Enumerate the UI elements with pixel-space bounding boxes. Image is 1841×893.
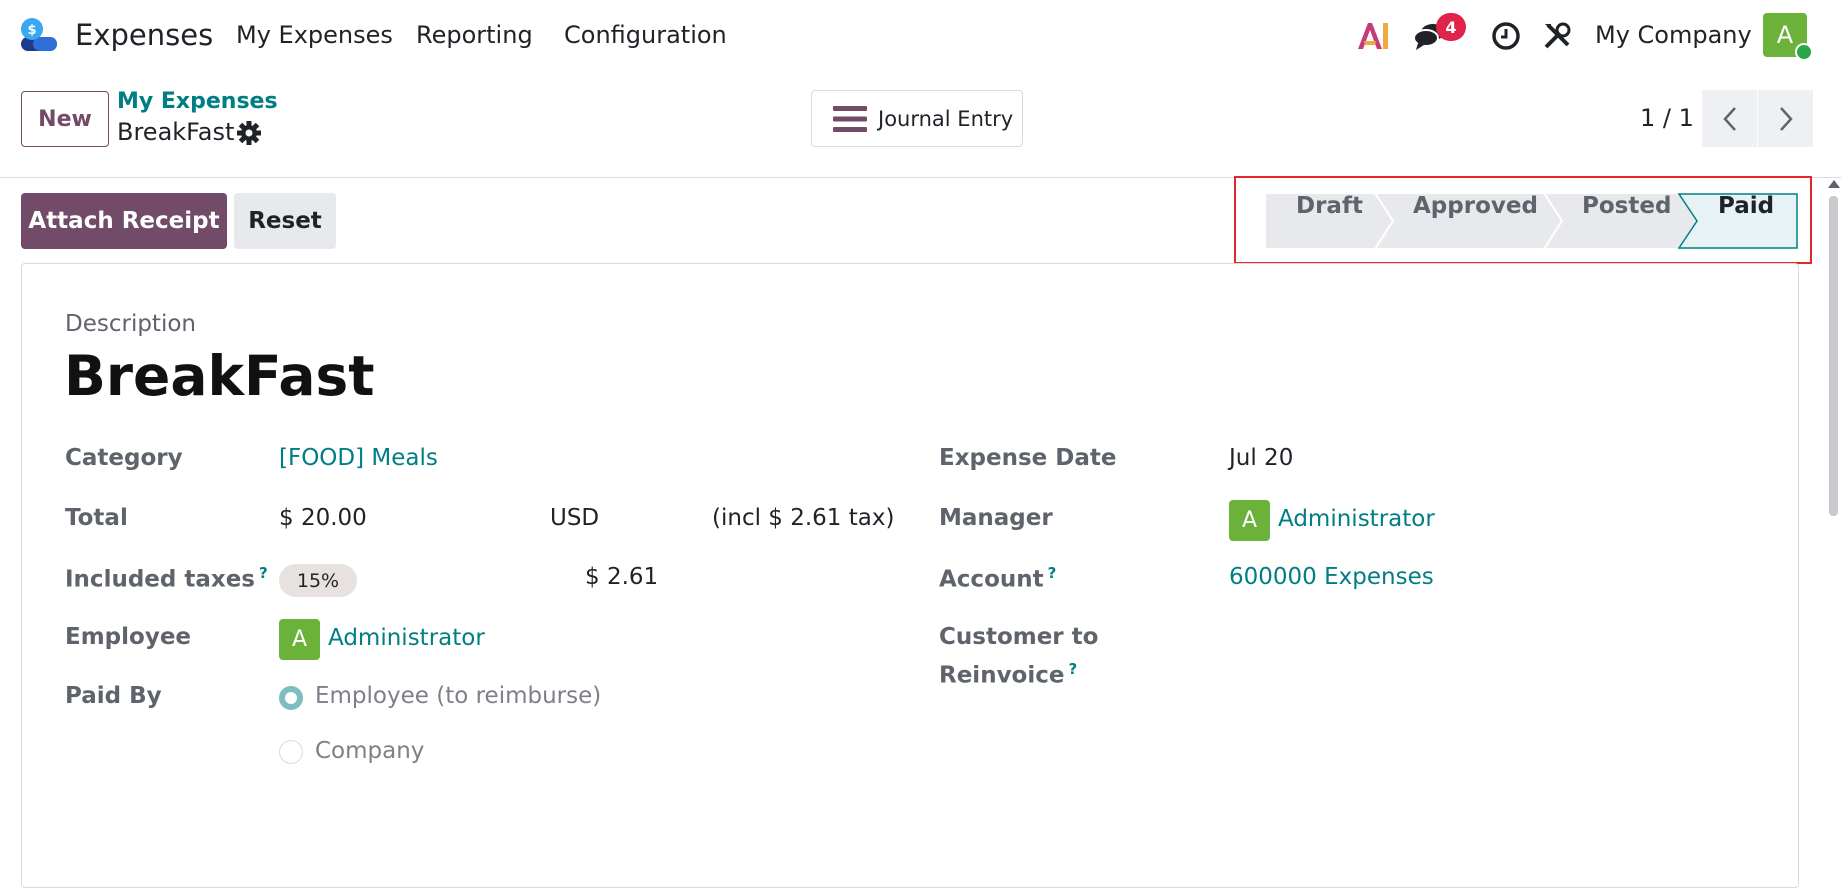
menu-reporting[interactable]: Reporting xyxy=(416,21,533,49)
breadcrumb-my-expenses[interactable]: My Expenses xyxy=(117,89,278,114)
employee-avatar: A xyxy=(279,619,320,660)
account-label: Account? xyxy=(939,564,1056,593)
manager-avatar: A xyxy=(1229,500,1270,541)
currency-field[interactable]: USD xyxy=(550,505,599,531)
employee-field[interactable]: Administrator xyxy=(328,625,485,651)
message-count-badge: 4 xyxy=(1436,13,1466,41)
chevron-right-icon xyxy=(1779,106,1793,131)
chevron-left-icon xyxy=(1722,106,1736,131)
pager-value[interactable]: 1 / 1 xyxy=(1640,104,1694,132)
pager-next-button[interactable] xyxy=(1758,90,1813,147)
included-taxes-label-text: Included taxes xyxy=(65,566,255,593)
new-button[interactable]: New xyxy=(21,91,109,147)
category-label: Category xyxy=(65,445,183,471)
svg-text:$: $ xyxy=(27,23,36,38)
paid-by-company-radio[interactable] xyxy=(279,740,303,764)
tax-note: (incl $ 2.61 tax) xyxy=(712,505,895,531)
tax-amount: $ 2.61 xyxy=(585,564,659,590)
activity-clock-icon[interactable] xyxy=(1487,17,1525,55)
stage-highlight-box xyxy=(1234,176,1812,264)
journal-entry-button[interactable]: Journal Entry xyxy=(811,90,1023,147)
total-field[interactable]: $ 20.00 xyxy=(279,505,367,531)
paid-by-employee-label[interactable]: Employee (to reimburse) xyxy=(315,683,601,709)
menu-configuration[interactable]: Configuration xyxy=(564,21,727,49)
paid-by-company-label[interactable]: Company xyxy=(315,738,424,764)
journal-entry-label: Journal Entry xyxy=(878,106,1014,131)
journal-list-icon xyxy=(833,105,867,132)
description-field[interactable]: BreakFast xyxy=(64,344,375,408)
employee-label: Employee xyxy=(65,624,192,650)
breadcrumb-current-record: BreakFast xyxy=(117,118,235,146)
top-navbar: $ Expenses My Expenses Reporting Configu… xyxy=(0,0,1841,72)
expenses-app-icon[interactable]: $ xyxy=(19,17,59,55)
menu-my-expenses[interactable]: My Expenses xyxy=(236,21,393,49)
customer-reinvoice-label-line2: Reinvoice? xyxy=(939,660,1077,689)
help-icon[interactable]: ? xyxy=(1048,564,1057,582)
customer-reinvoice-label-line1: Customer to xyxy=(939,624,1099,650)
company-switcher[interactable]: My Company xyxy=(1595,21,1752,49)
expense-date-field[interactable]: Jul 20 xyxy=(1229,445,1293,471)
attach-receipt-button[interactable]: Attach Receipt xyxy=(21,193,227,249)
help-icon[interactable]: ? xyxy=(1068,660,1077,678)
ai-icon[interactable] xyxy=(1354,17,1392,55)
gear-icon[interactable] xyxy=(236,120,262,146)
online-status-dot xyxy=(1795,43,1813,61)
manager-label: Manager xyxy=(939,505,1053,531)
description-label: Description xyxy=(65,311,196,337)
account-label-text: Account xyxy=(939,566,1044,593)
reset-button[interactable]: Reset xyxy=(234,193,336,249)
manager-field[interactable]: Administrator xyxy=(1278,506,1435,532)
expense-date-label: Expense Date xyxy=(939,445,1117,471)
category-field[interactable]: [FOOD] Meals xyxy=(279,445,438,471)
control-panel: New My Expenses BreakFast Journal Entry … xyxy=(0,72,1841,178)
app-name[interactable]: Expenses xyxy=(75,18,213,52)
help-icon[interactable]: ? xyxy=(259,564,268,582)
scrollbar-thumb[interactable] xyxy=(1829,196,1838,516)
expense-form-sheet: Description BreakFast Category [FOOD] Me… xyxy=(21,263,1799,888)
customer-reinvoice-label-text: Reinvoice xyxy=(939,662,1065,689)
tax-tag-15[interactable]: 15% xyxy=(279,564,357,597)
scroll-up-arrow-icon[interactable] xyxy=(1828,180,1840,188)
included-taxes-label: Included taxes? xyxy=(65,564,268,593)
tools-icon[interactable] xyxy=(1538,17,1576,55)
paid-by-employee-radio[interactable] xyxy=(279,686,303,710)
account-field[interactable]: 600000 Expenses xyxy=(1229,564,1434,590)
pager-previous-button[interactable] xyxy=(1702,90,1757,147)
total-label: Total xyxy=(65,505,128,531)
paid-by-label: Paid By xyxy=(65,683,162,709)
